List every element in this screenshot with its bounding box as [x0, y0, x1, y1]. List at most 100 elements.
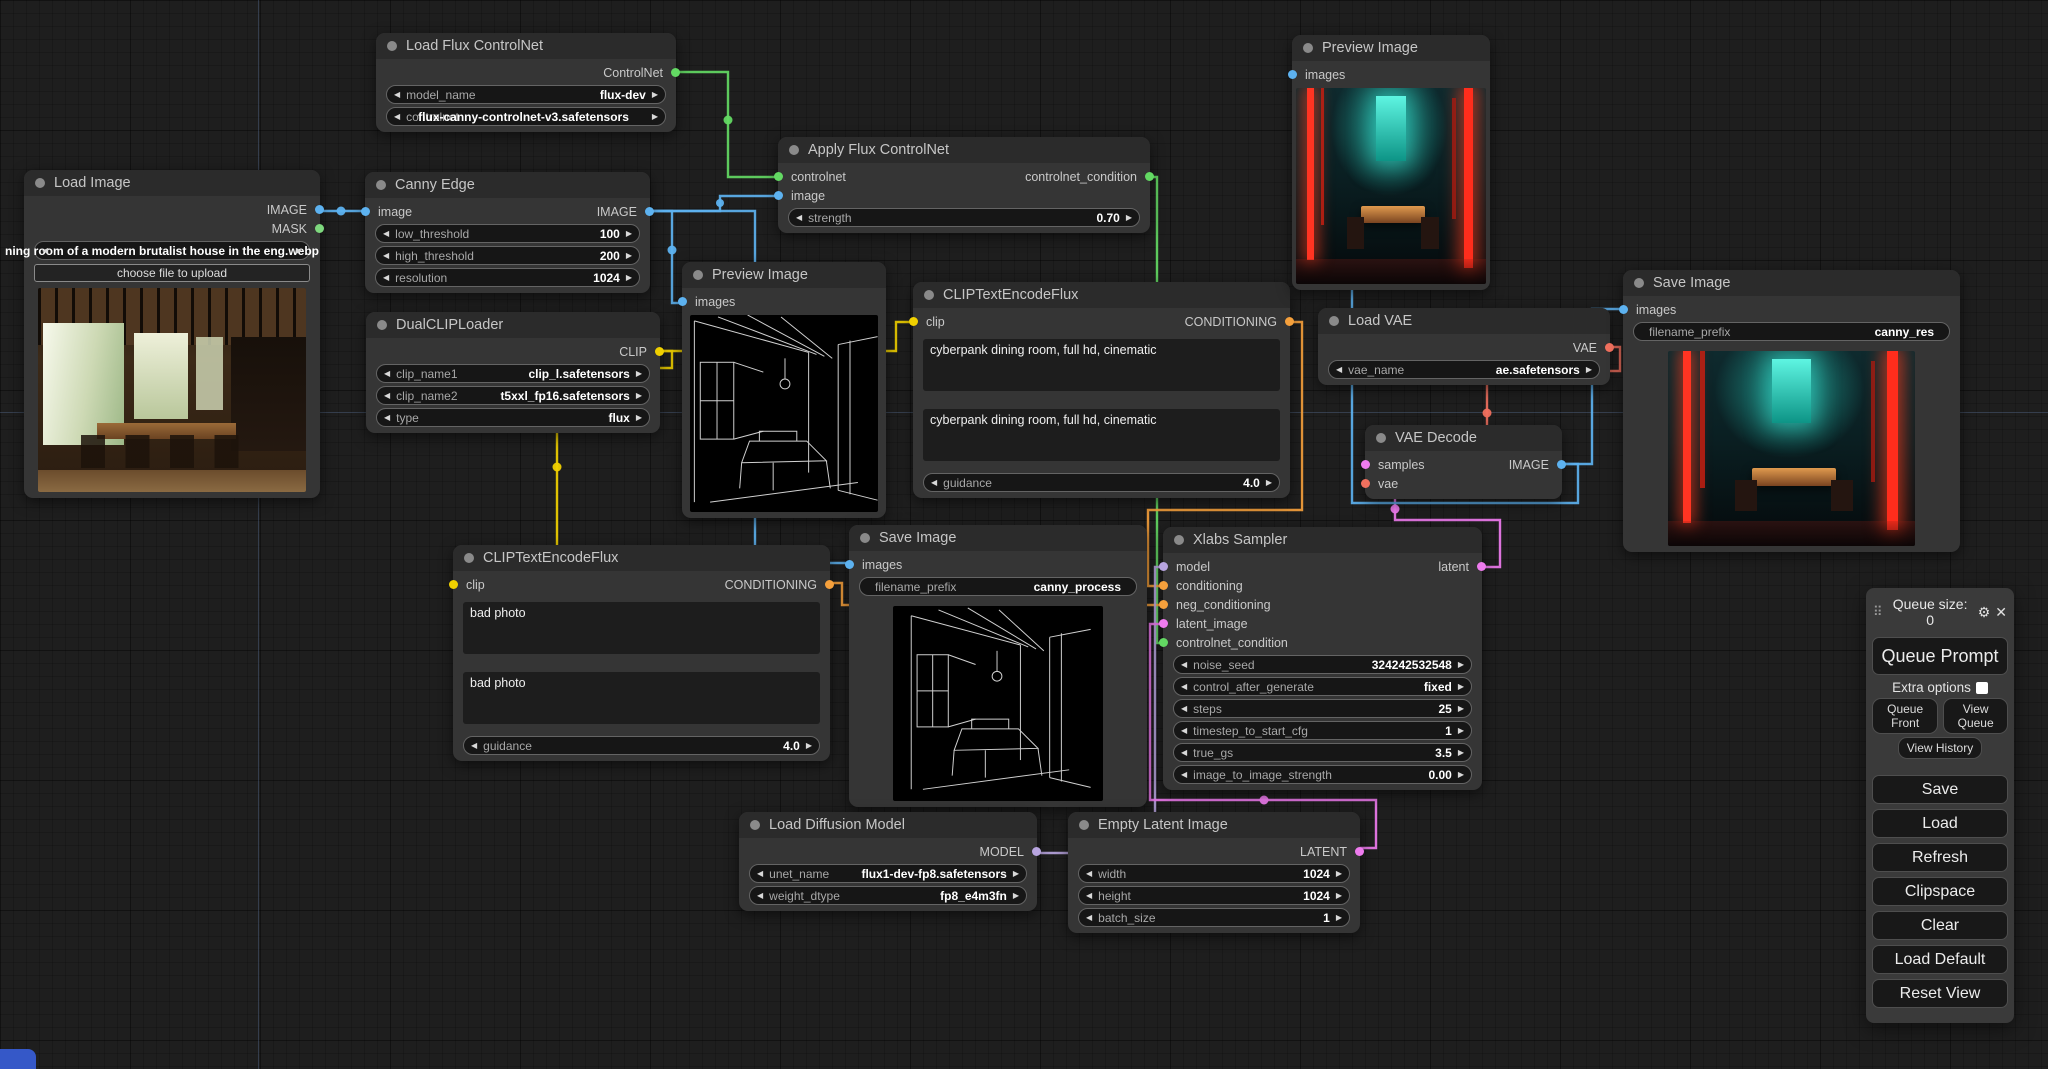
reset-view-button[interactable]: Reset View	[1872, 979, 2008, 1008]
input-port[interactable]	[361, 207, 370, 216]
widget-strength[interactable]: ◀strength0.70▶	[788, 208, 1140, 227]
node-clip-text-encode-negative[interactable]: CLIPTextEncodeFlux clipCONDITIONING bad …	[453, 545, 830, 761]
widget-filename-prefix[interactable]: filename_prefixcanny_process	[859, 577, 1137, 596]
input-port[interactable]	[1361, 460, 1370, 469]
node-vae-decode[interactable]: VAE Decode samplesIMAGE vae	[1365, 425, 1562, 499]
view-queue-button[interactable]: View Queue	[1943, 698, 2008, 734]
input-port[interactable]	[1288, 70, 1297, 79]
step-right-icon[interactable]: ▶	[1126, 213, 1132, 222]
widget-filename-prefix[interactable]: filename_prefixcanny_res	[1633, 322, 1950, 341]
node-dual-clip-loader[interactable]: DualCLIPLoader CLIP ◀clip_name1clip_l.sa…	[366, 312, 660, 433]
widget-control-after-generate[interactable]: ◀control_after_generatefixed▶	[1173, 677, 1472, 696]
node-title-bar[interactable]: CLIPTextEncodeFlux	[453, 545, 830, 571]
step-right-icon[interactable]: ▶	[1586, 365, 1592, 374]
settings-gear-icon[interactable]: ⚙	[1978, 604, 1991, 621]
collapse-dot-icon[interactable]	[1079, 820, 1089, 830]
input-port[interactable]	[1159, 600, 1168, 609]
output-port[interactable]	[671, 68, 680, 77]
collapse-dot-icon[interactable]	[1329, 316, 1339, 326]
step-left-icon[interactable]: ◀	[1181, 726, 1187, 735]
close-icon[interactable]: ✕	[1995, 604, 2007, 621]
step-left-icon[interactable]: ◀	[796, 213, 802, 222]
node-empty-latent-image[interactable]: Empty Latent Image LATENT ◀width1024▶ ◀h…	[1068, 812, 1360, 933]
collapse-dot-icon[interactable]	[1376, 433, 1386, 443]
step-right-icon[interactable]: ▶	[652, 112, 658, 121]
input-port[interactable]	[449, 580, 458, 589]
step-left-icon[interactable]: ◀	[1181, 682, 1187, 691]
prompt-textarea-1[interactable]: cyberpank dining room, full hd, cinemati…	[923, 339, 1280, 391]
input-port[interactable]	[1159, 619, 1168, 628]
canvas-corner-button[interactable]	[0, 1049, 36, 1069]
input-port[interactable]	[909, 317, 918, 326]
step-left-icon[interactable]: ◀	[383, 229, 389, 238]
widget-controlnet-path[interactable]: ◀controlnet_pathflux-canny-controlnet-v3…	[386, 107, 666, 126]
step-left-icon[interactable]: ◀	[1086, 913, 1092, 922]
prompt-textarea-1[interactable]: bad photo	[463, 602, 820, 654]
input-port[interactable]	[678, 297, 687, 306]
widget-width[interactable]: ◀width1024▶	[1078, 864, 1350, 883]
collapse-dot-icon[interactable]	[387, 41, 397, 51]
prompt-textarea-2[interactable]: bad photo	[463, 672, 820, 724]
output-port[interactable]	[1557, 460, 1566, 469]
step-left-icon[interactable]: ◀	[394, 90, 400, 99]
step-left-icon[interactable]: ◀	[471, 741, 477, 750]
node-title-bar[interactable]: Save Image	[1623, 270, 1960, 296]
collapse-dot-icon[interactable]	[1634, 278, 1644, 288]
step-right-icon[interactable]: ▶	[1458, 704, 1464, 713]
input-port[interactable]	[1159, 581, 1168, 590]
step-right-icon[interactable]: ▶	[1013, 891, 1019, 900]
node-preview-image-canny[interactable]: Preview Image images	[682, 262, 886, 518]
view-history-button[interactable]: View History	[1898, 737, 1982, 759]
collapse-dot-icon[interactable]	[1303, 43, 1313, 53]
step-right-icon[interactable]: ▶	[652, 90, 658, 99]
collapse-dot-icon[interactable]	[1174, 535, 1184, 545]
step-right-icon[interactable]: ▶	[636, 369, 642, 378]
node-save-image-result[interactable]: Save Image images filename_prefixcanny_r…	[1623, 270, 1960, 552]
step-left-icon[interactable]: ◀	[931, 478, 937, 487]
step-left-icon[interactable]: ◀	[757, 869, 763, 878]
step-right-icon[interactable]: ▶	[1266, 478, 1272, 487]
output-port[interactable]	[655, 347, 664, 356]
save-button[interactable]: Save	[1872, 775, 2008, 804]
collapse-dot-icon[interactable]	[860, 533, 870, 543]
widget-model-name[interactable]: ◀model_nameflux-dev▶	[386, 85, 666, 104]
widget-resolution[interactable]: ◀resolution1024▶	[375, 268, 640, 287]
clipspace-button[interactable]: Clipspace	[1872, 877, 2008, 906]
step-left-icon[interactable]: ◀	[1181, 704, 1187, 713]
input-port[interactable]	[845, 560, 854, 569]
step-left-icon[interactable]: ◀	[383, 251, 389, 260]
node-title-bar[interactable]: Load Flux ControlNet	[376, 33, 676, 59]
step-left-icon[interactable]: ◀	[757, 891, 763, 900]
output-port[interactable]	[1032, 847, 1041, 856]
step-left-icon[interactable]: ◀	[1086, 869, 1092, 878]
node-preview-image-result[interactable]: Preview Image images	[1292, 35, 1490, 290]
step-left-icon[interactable]: ◀	[384, 413, 390, 422]
widget-timestep-to-start-cfg[interactable]: ◀timestep_to_start_cfg1▶	[1173, 721, 1472, 740]
step-right-icon[interactable]: ▶	[626, 251, 632, 260]
output-port[interactable]	[1355, 847, 1364, 856]
step-left-icon[interactable]: ◀	[384, 369, 390, 378]
node-save-image-process[interactable]: Save Image images filename_prefixcanny_p…	[849, 525, 1147, 807]
node-title-bar[interactable]: Preview Image	[682, 262, 886, 288]
widget-weight-dtype[interactable]: ◀weight_dtypefp8_e4m3fn▶	[749, 886, 1027, 905]
node-title-bar[interactable]: Load Image	[24, 170, 320, 196]
step-right-icon[interactable]: ▶	[1458, 770, 1464, 779]
step-right-icon[interactable]: ▶	[626, 273, 632, 282]
output-port[interactable]	[645, 207, 654, 216]
choose-file-button[interactable]: choose file to upload	[34, 264, 310, 282]
input-port[interactable]	[1159, 562, 1168, 571]
step-left-icon[interactable]: ◀	[1181, 660, 1187, 669]
widget-vae-name[interactable]: ◀vae_nameae.safetensors▶	[1328, 360, 1600, 379]
node-apply-flux-controlnet[interactable]: Apply Flux ControlNet controlnetcontroln…	[778, 137, 1150, 233]
node-title-bar[interactable]: VAE Decode	[1365, 425, 1562, 451]
widget-clip-name2[interactable]: ◀clip_name2t5xxl_fp16.safetensors▶	[376, 386, 650, 405]
queue-prompt-button[interactable]: Queue Prompt	[1872, 637, 2008, 675]
widget-image-filename[interactable]: ◀ning room of a modern brutalist house i…	[34, 241, 310, 260]
step-right-icon[interactable]: ▶	[296, 246, 302, 255]
load-default-button[interactable]: Load Default	[1872, 945, 2008, 974]
node-title-bar[interactable]: Preview Image	[1292, 35, 1490, 61]
widget-noise-seed[interactable]: ◀noise_seed324242532548▶	[1173, 655, 1472, 674]
output-port[interactable]	[315, 205, 324, 214]
widget-type[interactable]: ◀typeflux▶	[376, 408, 650, 427]
node-title-bar[interactable]: Load Diffusion Model	[739, 812, 1037, 838]
